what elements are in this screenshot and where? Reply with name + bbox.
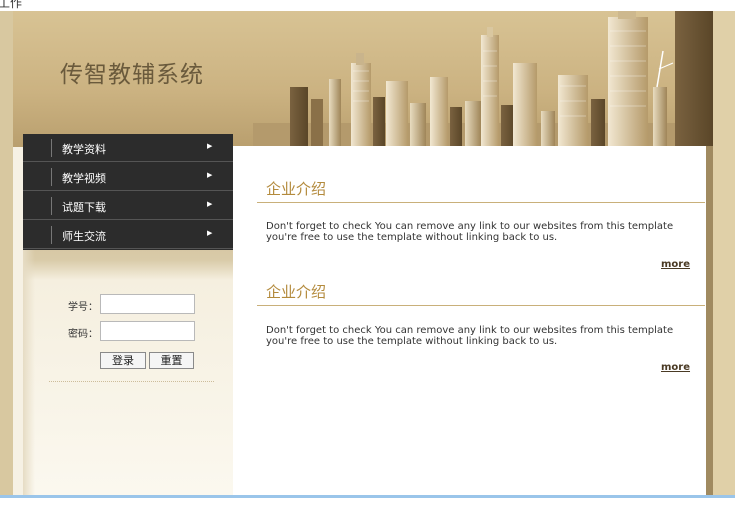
nav-item-label: 师生交流 [62,230,106,243]
section-text: Don't forget to check You can remove any… [266,221,674,243]
nav-divider [51,168,52,186]
right-page-border [713,11,735,495]
section-text: Don't forget to check You can remove any… [266,325,674,347]
triangle-right-icon: ▶ [207,142,213,150]
nav-item-label: 教学视频 [62,172,106,185]
nav-item-teaching-videos[interactable]: 教学视频 ▶ [23,163,233,191]
left-page-border [0,11,13,495]
nav-divider [51,197,52,215]
main-content: 企业介绍 Don't forget to check You can remov… [233,146,706,495]
nav-divider [51,226,52,244]
window-title-text: 工作 [0,0,23,10]
more-link[interactable]: more [661,259,690,270]
nav-divider [51,139,52,157]
section-divider [257,202,705,203]
section-title: 企业介绍 [266,283,327,301]
student-id-label: 学号： [68,302,98,313]
main-nav: 教学资料 ▶ 教学视频 ▶ 试题下载 ▶ 师生交流 ▶ [23,134,233,250]
login-button[interactable]: 登录 [100,352,146,369]
nav-item-label: 试题下载 [62,201,106,214]
window-bottom-edge [0,495,735,498]
student-id-input[interactable] [100,294,195,314]
password-label: 密码： [68,329,98,340]
triangle-right-icon: ▶ [207,229,213,237]
page-container: 传智教辅系统 教学资料 ▶ 教学视频 ▶ 试题下载 ▶ 师生交流 ▶ 学号： 密… [13,11,713,495]
nav-item-teacher-student-exchange[interactable]: 师生交流 ▶ [23,221,233,249]
login-panel-shade [23,250,35,495]
nav-item-exam-download[interactable]: 试题下载 ▶ [23,192,233,220]
site-title: 传智教辅系统 [60,62,204,88]
password-input[interactable] [100,321,195,341]
nav-item-teaching-materials[interactable]: 教学资料 ▶ [23,134,233,162]
section-title: 企业介绍 [266,180,327,198]
triangle-right-icon: ▶ [207,200,213,208]
more-link[interactable]: more [661,362,690,373]
section-divider [257,305,705,306]
triangle-right-icon: ▶ [207,171,213,179]
nav-item-label: 教学资料 [62,143,106,156]
login-panel [23,250,233,495]
window-title-bar: 工作 [0,0,735,11]
reset-button[interactable]: 重置 [149,352,194,369]
login-divider [49,381,214,382]
header-banner: 传智教辅系统 [13,11,713,147]
content-right-border [706,146,713,495]
